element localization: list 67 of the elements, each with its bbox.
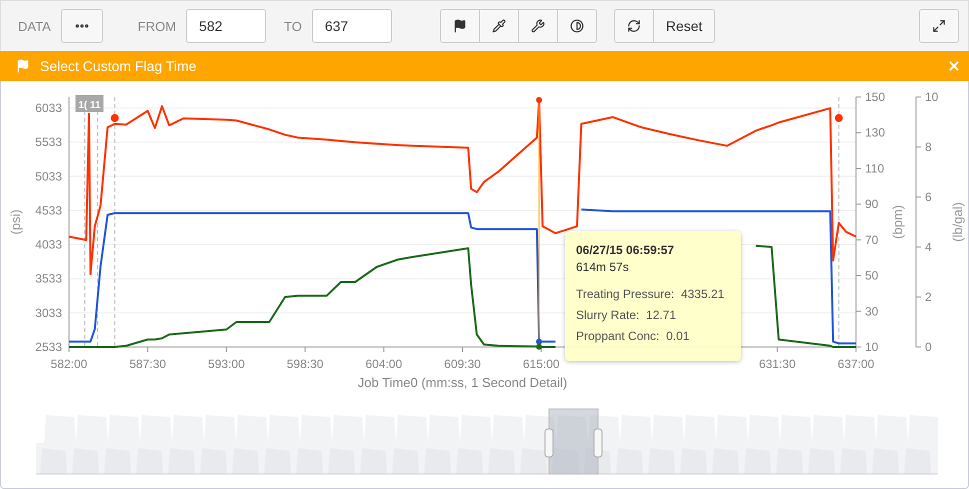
axis-tick-label: 615:00 xyxy=(522,357,560,371)
axis-title: (lb/gal) xyxy=(950,202,965,242)
axis-tick-label: 110 xyxy=(865,161,884,176)
axis-tick-label: 609:30 xyxy=(444,357,481,371)
range-handle[interactable] xyxy=(544,428,554,458)
axis-tick-label: 598:30 xyxy=(286,357,324,371)
flag-marker[interactable] xyxy=(110,114,119,122)
from-label: FROM xyxy=(138,18,176,34)
to-field[interactable]: 637 xyxy=(312,9,392,43)
axis-tick-label: 587:30 xyxy=(129,357,166,371)
axis-tick-label: 8 xyxy=(925,140,932,154)
axis-tick-label: 6033 xyxy=(35,101,62,115)
axis-tick-label: 10 xyxy=(925,90,938,104)
axis-tick-label: 2533 xyxy=(35,340,62,354)
axis-tick-label: 582:00 xyxy=(50,357,88,371)
axis-tick-label: 5533 xyxy=(35,135,62,150)
axis-tick-label: 150 xyxy=(865,90,886,104)
contrast-icon xyxy=(570,19,584,33)
axis-tick-label: 631:30 xyxy=(758,357,796,371)
flag-icon xyxy=(452,19,467,33)
axis-tick-label: 4533 xyxy=(35,203,62,218)
axis-tick-label: 30 xyxy=(865,304,878,318)
axis-tick-label: 130 xyxy=(865,126,886,140)
refresh-icon xyxy=(626,19,641,33)
axis-title: Job Time0 (mm:ss, 1 Second Detail) xyxy=(358,375,568,390)
axis-tick-label: 0 xyxy=(925,340,932,354)
axis-tick-label: 3033 xyxy=(35,306,62,320)
flag-button[interactable] xyxy=(440,9,480,43)
data-label: DATA xyxy=(18,18,51,34)
axis-tick-label: 5033 xyxy=(35,169,62,184)
axis-title: (bpm) xyxy=(890,205,905,239)
range-handle[interactable] xyxy=(594,428,602,458)
axis-tick-label: 4033 xyxy=(35,238,62,252)
fullscreen-button[interactable] xyxy=(919,9,959,43)
axis-tick-label: 604:00 xyxy=(365,357,402,371)
axis-tick-label: 2 xyxy=(925,290,932,304)
eyedropper-button[interactable] xyxy=(478,9,519,43)
tooltip-title: 06/27/15 06:59:57 xyxy=(576,243,676,258)
contrast-button[interactable] xyxy=(556,9,597,43)
axis-tick-label: 637:00 xyxy=(838,357,874,371)
to-label: TO xyxy=(284,18,302,34)
refresh-button[interactable] xyxy=(614,9,654,43)
from-field[interactable]: 582 xyxy=(186,9,266,43)
flag-label-background xyxy=(75,95,104,112)
axis-tick-label: 50 xyxy=(865,268,878,283)
axis-tick-label: 70 xyxy=(865,232,878,247)
axis-tick-label: 6 xyxy=(925,190,932,204)
flag-marker[interactable] xyxy=(834,114,843,122)
tooltip-row-text: Proppant Conc: 0.01 xyxy=(576,328,690,345)
axis-tick-label: 10 xyxy=(865,340,878,354)
banner-title: Select Custom Flag Time xyxy=(40,58,198,74)
flag-icon xyxy=(16,59,30,73)
wrench-icon xyxy=(530,19,545,33)
reset-button[interactable]: Reset xyxy=(652,9,716,43)
axis-tick-label: 4 xyxy=(925,240,932,254)
tooltip-row-text: Slurry Rate: 12.71 xyxy=(576,307,678,324)
hover-point xyxy=(536,97,542,103)
eyedropper-icon xyxy=(492,19,506,33)
expand-icon xyxy=(932,19,946,33)
close-icon[interactable] xyxy=(947,59,961,73)
axis-tick-label: 90 xyxy=(865,197,878,212)
axis-title: (psi) xyxy=(8,209,23,235)
axis-tick-label: 3533 xyxy=(35,272,62,286)
axis-tick-label: 593:00 xyxy=(208,357,245,371)
wrench-button[interactable] xyxy=(518,9,558,43)
tooltip-subtitle: 614m 57s xyxy=(576,259,630,276)
tooltip-row-text: Treating Pressure: 4335.21 xyxy=(576,286,726,303)
